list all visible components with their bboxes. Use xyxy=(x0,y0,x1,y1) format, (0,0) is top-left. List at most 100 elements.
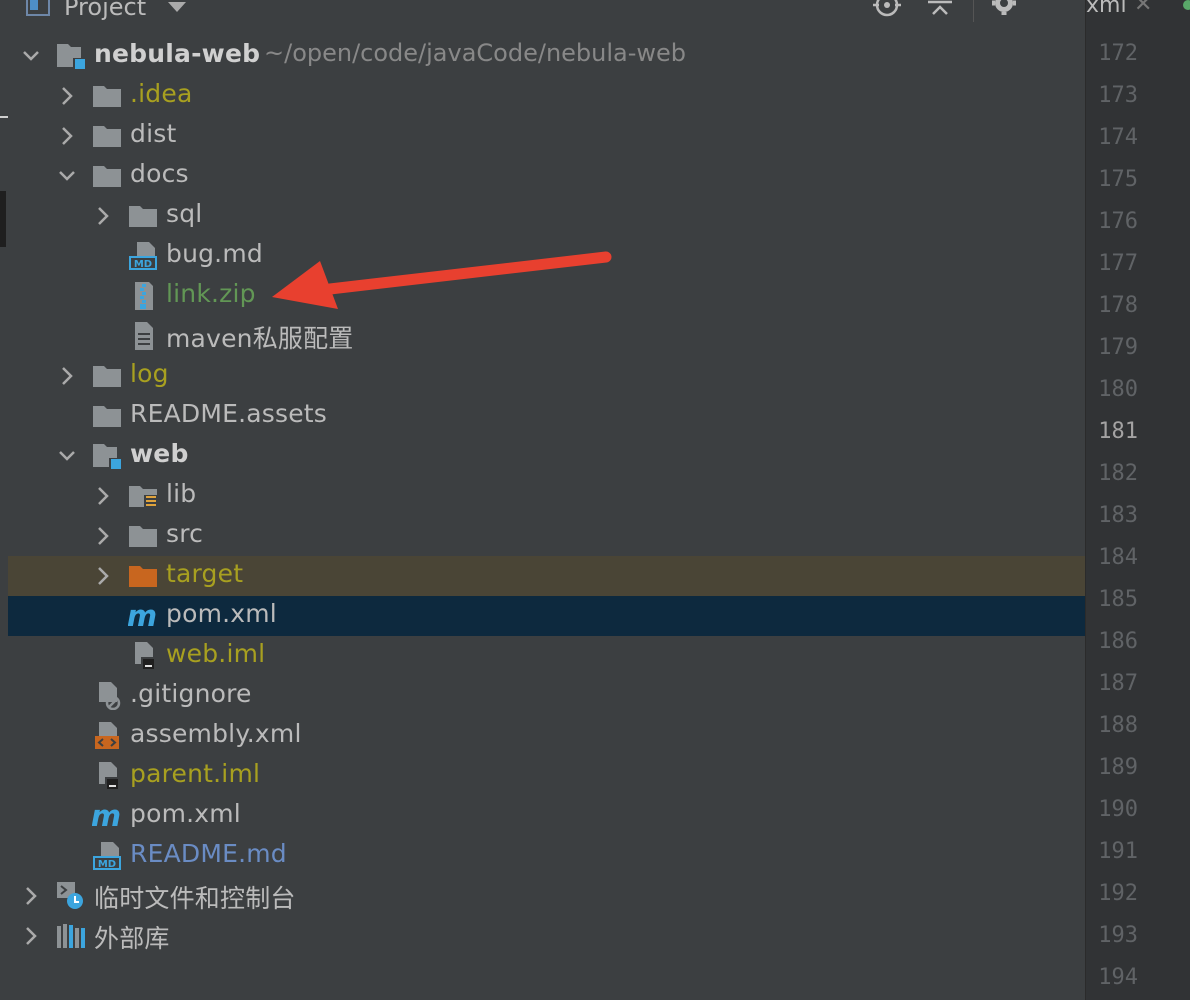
tree-item-label: bug.md xyxy=(166,239,263,268)
tree-row[interactable]: nebula-web ~/open/code/javaCode/nebula-we… xyxy=(8,36,1085,76)
text-file-icon xyxy=(128,322,158,350)
chevron-down-icon[interactable] xyxy=(168,2,186,12)
tree-row[interactable]: src xyxy=(8,516,1085,556)
library-folder-icon xyxy=(128,482,158,510)
chevron-right-icon[interactable] xyxy=(58,364,76,388)
folder-icon xyxy=(128,202,158,230)
chevron-right-icon[interactable] xyxy=(94,524,112,548)
tree-row[interactable]: m pom.xml xyxy=(8,596,1085,636)
tree-row[interactable]: docs xyxy=(8,156,1085,196)
chevron-down-icon[interactable] xyxy=(58,164,76,188)
chevron-right-icon[interactable] xyxy=(94,204,112,228)
tree-row[interactable]: lib xyxy=(8,476,1085,516)
line-number: 186 xyxy=(1098,629,1138,654)
project-toolbar: Project xyxy=(0,0,1085,26)
external-libraries-icon xyxy=(56,922,86,950)
project-tree: nebula-web ~/open/code/javaCode/nebula-we… xyxy=(8,36,1085,956)
strip-marker xyxy=(0,191,6,247)
line-number: 181 xyxy=(1098,419,1138,444)
chevron-down-icon[interactable] xyxy=(58,444,76,468)
tree-row[interactable]: m pom.xml xyxy=(8,796,1085,836)
tree-item-label: parent.iml xyxy=(130,759,261,788)
tree-item-label: sql xyxy=(166,199,203,228)
tree-row[interactable]: dist xyxy=(8,116,1085,156)
chevron-right-icon[interactable] xyxy=(22,884,40,908)
line-number: 191 xyxy=(1098,839,1138,864)
svg-text:MD: MD xyxy=(134,259,152,270)
status-dot-icon xyxy=(1183,0,1190,10)
locate-file-icon[interactable] xyxy=(873,0,901,18)
line-number: 180 xyxy=(1098,377,1138,402)
chevron-right-icon[interactable] xyxy=(94,564,112,588)
tree-row[interactable]: target xyxy=(8,556,1085,596)
line-number: 184 xyxy=(1098,545,1138,570)
close-icon[interactable]: ✕ xyxy=(1134,0,1152,17)
tree-row[interactable]: README.assets xyxy=(8,396,1085,436)
minimize-icon[interactable] xyxy=(1042,0,1070,18)
tree-row[interactable]: MD README.md xyxy=(8,836,1085,876)
line-number: 175 xyxy=(1098,167,1138,192)
project-panel-icon[interactable] xyxy=(26,0,50,16)
toolbar-divider xyxy=(973,0,974,22)
tree-row[interactable]: maven私服配置 xyxy=(8,316,1085,356)
line-number: 173 xyxy=(1098,83,1138,108)
tree-row[interactable]: .idea xyxy=(8,76,1085,116)
markdown-file-icon: MD xyxy=(128,242,158,270)
panel-title[interactable]: Project xyxy=(64,0,146,21)
xml-file-icon xyxy=(92,722,122,750)
tree-row[interactable]: parent.iml xyxy=(8,756,1085,796)
line-number: 193 xyxy=(1098,923,1138,948)
tree-item-label: .gitignore xyxy=(130,679,252,708)
tree-row[interactable]: sql xyxy=(8,196,1085,236)
annotation-arrow xyxy=(272,251,612,309)
tree-item-label: README.md xyxy=(130,839,287,868)
tree-item-label: link.zip xyxy=(166,279,256,308)
chevron-right-icon[interactable] xyxy=(94,484,112,508)
chevron-right-icon[interactable] xyxy=(58,124,76,148)
module-folder-icon xyxy=(92,442,122,470)
collapse-all-icon[interactable] xyxy=(926,0,954,18)
chevron-down-icon[interactable] xyxy=(22,44,40,68)
tree-row[interactable]: log xyxy=(8,356,1085,396)
tree-item-label: nebula-web xyxy=(94,39,261,68)
tree-item-label: target xyxy=(166,559,244,588)
chevron-right-icon[interactable] xyxy=(22,924,40,948)
tree-row[interactable]: web xyxy=(8,436,1085,476)
tree-row[interactable]: 外部库 xyxy=(8,916,1085,956)
line-number: 176 xyxy=(1098,209,1138,234)
line-number: 182 xyxy=(1098,461,1138,486)
tree-item-label: dist xyxy=(130,119,177,148)
line-number: 177 xyxy=(1098,251,1138,276)
line-number: 190 xyxy=(1098,797,1138,822)
tree-item-label: log xyxy=(130,359,169,388)
line-number: 172 xyxy=(1098,41,1138,66)
editor-gutter: xml ✕ 172 173 174 175 176 177 178 179 180 181 182 1… xyxy=(1085,0,1190,1000)
tree-item-label: lib xyxy=(166,479,197,508)
tree-row[interactable]: .gitignore xyxy=(8,676,1085,716)
svg-text:m: m xyxy=(92,802,121,830)
line-number: 188 xyxy=(1098,713,1138,738)
line-number: 178 xyxy=(1098,293,1138,318)
tree-row[interactable]: assembly.xml xyxy=(8,716,1085,756)
line-number: 194 xyxy=(1098,965,1138,990)
line-number: 189 xyxy=(1098,755,1138,780)
folder-icon xyxy=(92,122,122,150)
chevron-right-icon[interactable] xyxy=(58,84,76,108)
svg-text:MD: MD xyxy=(98,859,116,870)
maven-icon: m xyxy=(127,599,158,633)
folder-icon xyxy=(128,522,158,550)
tree-item-label: web xyxy=(130,439,189,468)
folder-icon xyxy=(92,362,122,390)
tree-item-label: .idea xyxy=(130,79,193,108)
tree-item-label: assembly.xml xyxy=(130,719,302,748)
gear-icon[interactable] xyxy=(990,0,1018,18)
editor-tab-label[interactable]: xml xyxy=(1086,0,1127,18)
line-number: 179 xyxy=(1098,335,1138,360)
iml-file-icon xyxy=(128,642,158,670)
tree-item-label: 外部库 xyxy=(94,924,170,953)
folder-icon xyxy=(92,162,122,190)
tree-row[interactable]: 临时文件和控制台 xyxy=(8,876,1085,916)
tree-item-label: pom.xml xyxy=(166,599,277,628)
tree-item-label: README.assets xyxy=(130,399,328,428)
tree-row[interactable]: web.iml xyxy=(8,636,1085,676)
